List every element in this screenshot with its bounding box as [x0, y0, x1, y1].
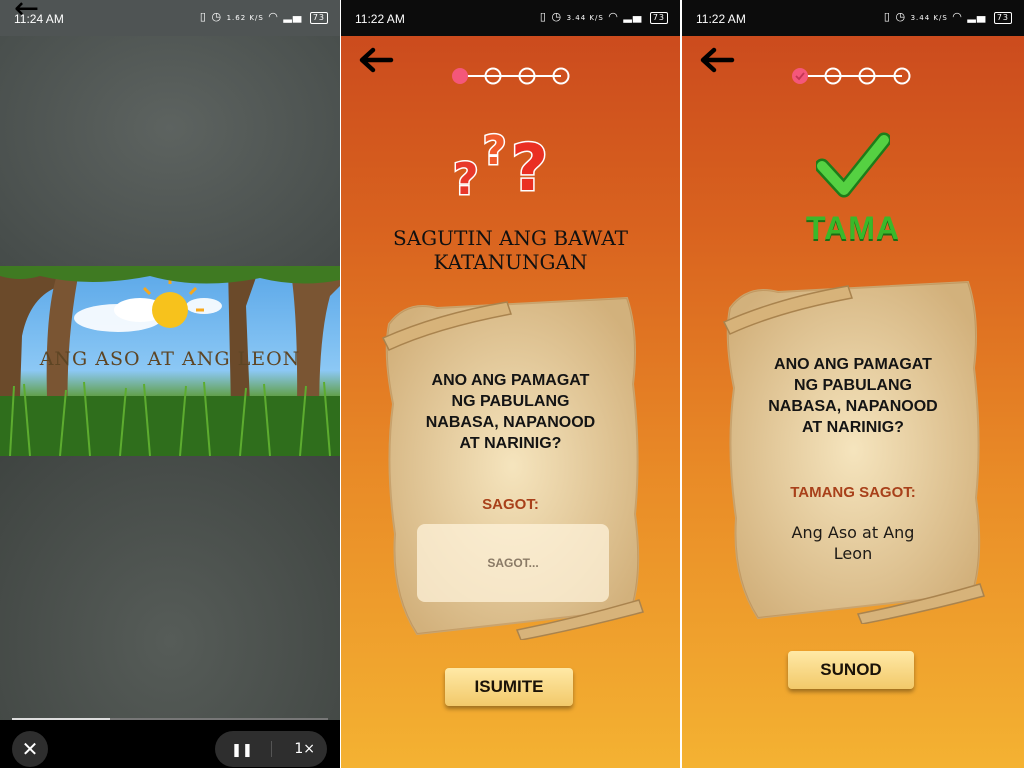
question-line: ANO ANG PAMAGAT: [774, 356, 932, 373]
question-text: ANO ANG PAMAGAT NG PABULANG NABASA, NAPA…: [341, 370, 680, 454]
wifi-icon: ◠: [952, 10, 963, 23]
step-1-current: [452, 68, 468, 84]
correct-answer-text: Ang Aso at Ang Leon: [682, 522, 1024, 564]
title-line-1: SAGUTIN ANG BAWAT: [393, 226, 628, 250]
question-line: NG PABULANG: [794, 377, 912, 394]
result-screen: 11:22 AM ▯ ◷ 3.44 K/S ◠ ▂▄ 73 TAMA ANO A…: [682, 0, 1024, 768]
question-line: AT NARINIG?: [459, 435, 562, 452]
video-backdrop-bottom: [0, 456, 340, 720]
playback-controls: ❚❚ 1×: [215, 731, 327, 767]
wifi-icon: ◠: [608, 10, 619, 23]
controls-divider: [271, 741, 272, 757]
progress-stepper: [452, 67, 570, 85]
video-backdrop-top: [0, 36, 340, 266]
status-icons: ▯ ◷ 3.44 K/S ◠ ▂▄ 73: [540, 10, 668, 24]
wifi-icon: ◠: [268, 10, 279, 23]
question-line: NABASA, NAPANOOD: [425, 414, 596, 431]
alarm-icon: ◷: [895, 10, 907, 23]
status-icons: ▯ ◷ 1.62 K/S ◠ ▂▄ 73: [200, 10, 328, 24]
question-line: AT NARINIG?: [802, 419, 904, 436]
progress-stepper: [792, 67, 911, 85]
pause-icon: ❚❚: [231, 743, 253, 758]
answer-line: Ang Aso at Ang: [791, 523, 915, 542]
back-arrow-icon[interactable]: ←: [14, 0, 39, 24]
svg-text:?: ?: [483, 128, 506, 174]
title-line-2: KATANUNGAN: [433, 250, 588, 274]
answer-line: Leon: [833, 544, 873, 563]
vibrate-icon: ▯: [883, 10, 891, 23]
answer-label: SAGOT:: [482, 496, 539, 513]
close-icon: ✕: [21, 737, 39, 761]
status-icons: ▯ ◷ 3.44 K/S ◠ ▂▄ 73: [884, 10, 1012, 24]
signal-icon: ▂▄: [283, 10, 303, 23]
svg-text:?: ?: [511, 132, 548, 206]
page-title: SAGUTIN ANG BAWAT KATANUNGAN: [341, 226, 680, 274]
net-speed: 3.44 K/S: [910, 14, 948, 22]
video-title: ANG ASO AT ANG LEON: [39, 348, 301, 370]
close-button[interactable]: ✕: [12, 731, 48, 767]
svg-text:?: ?: [453, 154, 479, 205]
correct-answer-label: TAMANG SAGOT:: [790, 484, 916, 501]
vibrate-icon: ▯: [199, 10, 207, 23]
status-bar: 11:22 AM ▯ ◷ 3.44 K/S ◠ ▂▄ 73: [682, 0, 1024, 36]
question-screen: 11:22 AM ▯ ◷ 3.44 K/S ◠ ▂▄ 73 ? ? ? SAGU…: [341, 0, 680, 768]
battery-indicator: 73: [309, 12, 328, 24]
result-label: TAMA: [805, 210, 901, 246]
pause-button[interactable]: ❚❚: [227, 731, 257, 767]
step-1-complete: [792, 68, 808, 84]
battery-indicator: 73: [649, 12, 668, 24]
question-text: ANO ANG PAMAGAT NG PABULANG NABASA, NAPA…: [682, 354, 1024, 438]
submit-button[interactable]: ISUMITE: [445, 668, 573, 706]
status-bar: 11:22 AM ▯ ◷ 3.44 K/S ◠ ▂▄ 73: [341, 0, 680, 36]
question-line: NG PABULANG: [451, 393, 570, 410]
video-frame[interactable]: ANG ASO AT ANG LEON: [0, 266, 340, 456]
next-button[interactable]: SUNOD: [788, 651, 914, 689]
alarm-icon: ◷: [551, 10, 563, 23]
alarm-icon: ◷: [211, 10, 223, 23]
signal-icon: ▂▄: [967, 10, 987, 23]
net-speed: 1.62 K/S: [226, 14, 264, 22]
status-time: 11:22 AM: [696, 12, 746, 26]
net-speed: 3.44 K/S: [566, 14, 604, 22]
check-icon: [816, 132, 890, 198]
playback-speed-button[interactable]: 1×: [294, 731, 315, 767]
question-marks-icon: ? ? ?: [452, 127, 550, 207]
parchment-scroll: [722, 280, 985, 624]
battery-indicator: 73: [993, 12, 1012, 24]
signal-icon: ▂▄: [623, 10, 643, 23]
status-time: 11:22 AM: [355, 12, 405, 26]
video-player-screen: ANG ASO AT ANG LEON 11:24 AM ▯ ◷ 1.62 K/…: [0, 0, 340, 768]
question-line: NABASA, NAPANOOD: [768, 398, 938, 415]
question-line: ANO ANG PAMAGAT: [431, 372, 590, 389]
status-bar: 11:24 AM ▯ ◷ 1.62 K/S ◠ ▂▄ 73: [0, 0, 340, 36]
answer-input[interactable]: [417, 524, 609, 602]
vibrate-icon: ▯: [539, 10, 547, 23]
